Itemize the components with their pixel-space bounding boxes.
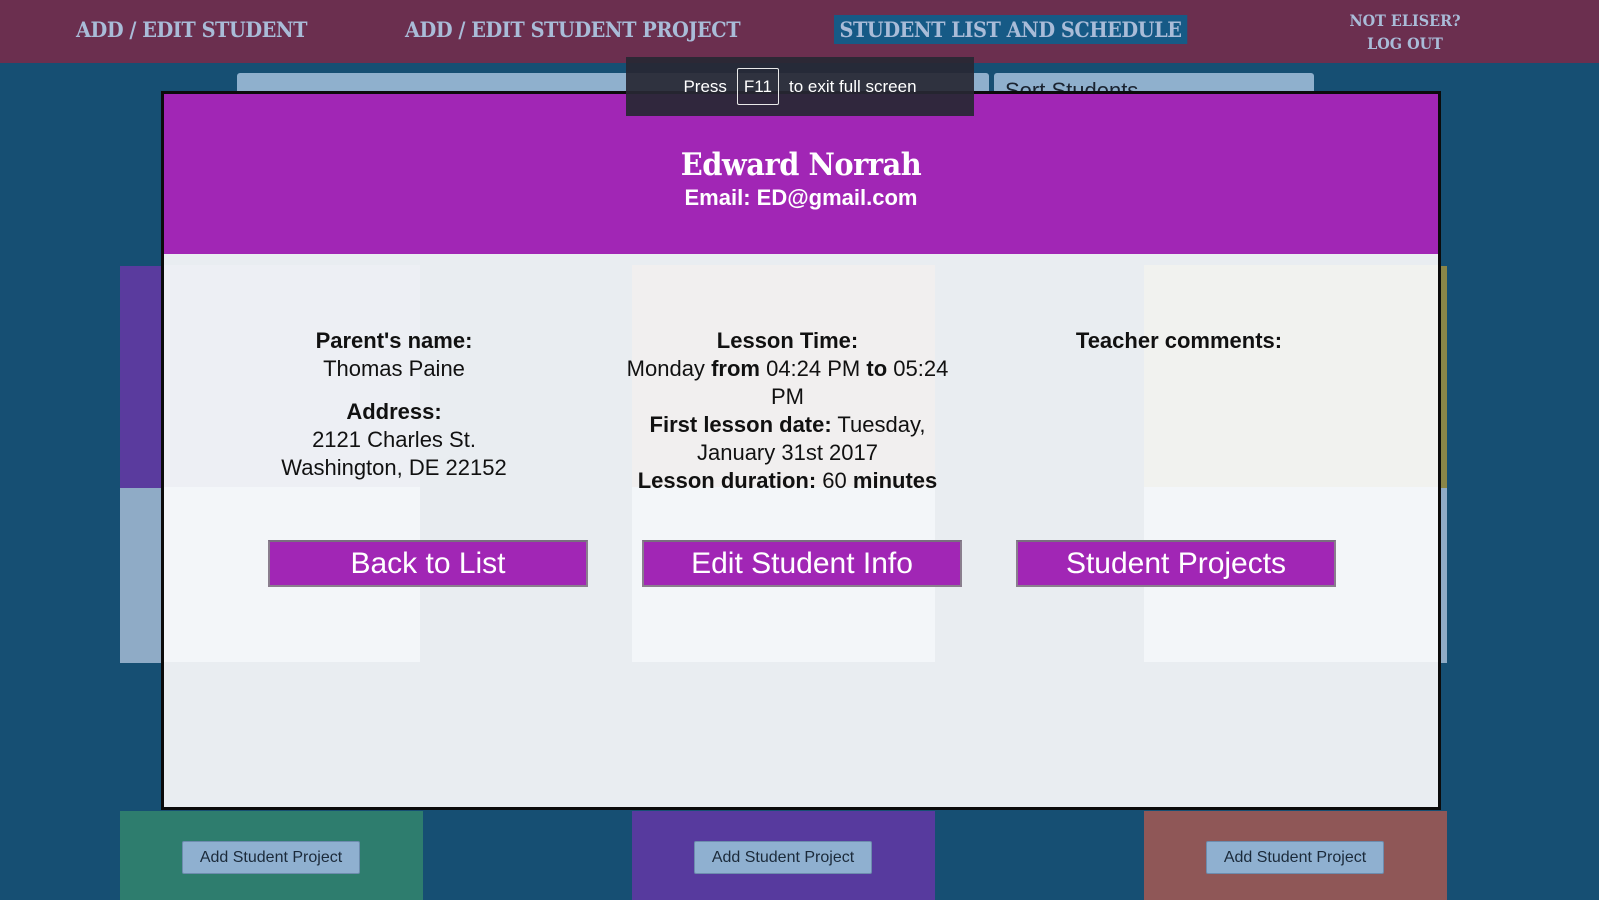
ghost-card <box>1144 265 1438 487</box>
student-card: Add Student Project <box>120 811 423 900</box>
student-info-modal: Edward Norrah Email: ED@gmail.com Parent… <box>161 91 1441 810</box>
nav-add-edit-student-project[interactable]: ADD / EDIT STUDENT PROJECT <box>405 17 741 42</box>
edit-student-info-button[interactable]: Edit Student Info <box>642 540 962 587</box>
lesson-info-column: Lesson Time: Monday from 04:24 PM to 05:… <box>610 327 965 495</box>
logout-link[interactable]: LOG OUT <box>1329 32 1482 55</box>
modal-header: Edward Norrah Email: ED@gmail.com <box>164 94 1438 254</box>
comments-label: Teacher comments: <box>1075 328 1283 353</box>
student-projects-button[interactable]: Student Projects <box>1016 540 1336 587</box>
email-label: Email: <box>684 185 751 210</box>
nav-student-list-schedule[interactable]: STUDENT LIST AND SCHEDULE <box>834 15 1187 44</box>
top-nav: ADD / EDIT STUDENT ADD / EDIT STUDENT PR… <box>0 0 1599 63</box>
parent-label: Parent's name: <box>315 328 473 353</box>
from-label: from <box>711 356 760 381</box>
comments-column: Teacher comments: <box>1014 327 1344 355</box>
lesson-day: Monday <box>626 356 705 381</box>
address-label: Address: <box>346 399 442 424</box>
address-line2: Washington, DE 22152 <box>281 455 507 480</box>
address-line1: 2121 Charles St. <box>312 427 476 452</box>
nav-add-edit-student[interactable]: ADD / EDIT STUDENT <box>76 17 308 42</box>
fullscreen-press: Press <box>683 76 727 96</box>
student-email: Email: ED@gmail.com <box>164 185 1438 211</box>
lesson-time-value: Monday from 04:24 PM to 05:24 PM <box>610 355 965 411</box>
first-lesson-label: First lesson date: <box>649 412 832 437</box>
student-card: Add Student Project <box>1144 811 1447 900</box>
duration-label: Lesson duration: <box>637 468 817 493</box>
lesson-time-label: Lesson Time: <box>716 328 859 353</box>
to-label: to <box>866 356 888 381</box>
add-project-button[interactable]: Add Student Project <box>182 841 360 874</box>
duration-unit: minutes <box>852 468 938 493</box>
add-project-button[interactable]: Add Student Project <box>1206 841 1384 874</box>
user-prompt: NOT ELISER? <box>1349 11 1461 30</box>
back-to-list-button[interactable]: Back to List <box>268 540 588 587</box>
f11-key-icon: F11 <box>736 68 779 105</box>
parent-info-column: Parent's name: Thomas Paine Address: 212… <box>224 327 564 482</box>
parent-name: Thomas Paine <box>323 356 465 381</box>
user-logout[interactable]: NOT ELISER? LOG OUT <box>1329 9 1482 55</box>
duration-value: 60 <box>822 468 847 493</box>
fullscreen-rest: to exit full screen <box>788 76 917 96</box>
add-project-button[interactable]: Add Student Project <box>694 841 872 874</box>
lesson-start: 04:24 PM <box>766 356 861 381</box>
fullscreen-notice: Press F11 to exit full screen <box>626 57 974 116</box>
lesson-duration: Lesson duration: 60 minutes <box>610 467 965 495</box>
email-value: ED@gmail.com <box>756 185 918 210</box>
first-lesson: First lesson date: Tuesday, January 31st… <box>610 411 965 467</box>
student-name: Edward Norrah <box>680 147 922 183</box>
student-card: Add Student Project <box>632 811 935 900</box>
